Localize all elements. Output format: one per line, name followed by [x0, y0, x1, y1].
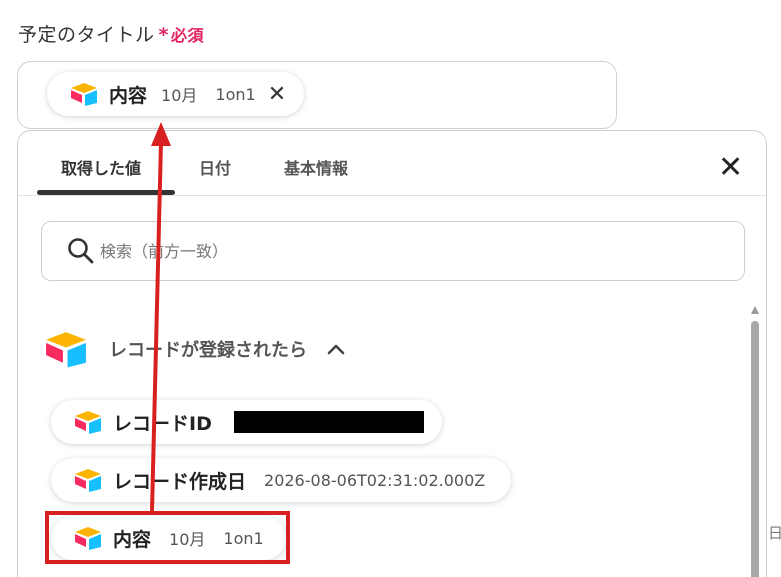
annotation-highlight-box	[45, 511, 290, 564]
tab-acquired-values[interactable]: 取得した値	[61, 155, 141, 179]
chevron-up-icon[interactable]	[325, 338, 347, 360]
search-box	[41, 221, 745, 281]
item-value: 2026-08-06T02:31:02.000Z	[264, 470, 486, 490]
required-text: 必須	[170, 26, 204, 45]
active-tab-indicator	[37, 190, 175, 195]
list-item-record-id[interactable]: レコードID	[51, 400, 442, 444]
chip-value-month: 10月	[161, 86, 198, 105]
value-picker-dropdown: 取得した値 日付 基本情報 ✕ レコードが登録されたら	[17, 130, 767, 577]
tab-basic-info[interactable]: 基本情報	[284, 155, 348, 179]
clipped-side-text: 日時	[768, 524, 781, 542]
scrollbar-thumb[interactable]	[751, 321, 759, 577]
item-name: レコードID	[113, 412, 212, 435]
redacted-value	[233, 411, 424, 433]
tab-bar: 取得した値 日付 基本情報 ✕	[18, 131, 766, 196]
airtable-logo-icon	[71, 83, 97, 106]
chip-value-title: 1on1	[215, 84, 256, 104]
scroll-up-arrow[interactable]	[751, 306, 759, 314]
airtable-logo-icon	[46, 332, 86, 368]
close-icon[interactable]: ✕	[718, 153, 743, 183]
selected-value-chip[interactable]: 内容 10月 1on1 ✕	[47, 72, 305, 116]
search-icon	[68, 238, 94, 264]
section-title: レコードが登録されたら	[109, 340, 307, 361]
field-label-text: 予定のタイトル	[18, 24, 155, 46]
list-item-record-created-date[interactable]: レコード作成日 2026-08-06T02:31:02.000Z	[51, 458, 512, 502]
section-header-record-created[interactable]: レコードが登録されたら	[43, 327, 347, 371]
airtable-logo-icon	[75, 411, 101, 434]
airtable-logo-icon	[75, 469, 101, 492]
tab-date[interactable]: 日付	[199, 155, 231, 179]
required-mark: *	[158, 24, 169, 46]
field-label: 予定のタイトル * 必須	[18, 20, 204, 47]
item-name: レコード作成日	[113, 470, 247, 493]
chip-name: 内容	[109, 84, 148, 107]
search-input[interactable]	[100, 236, 700, 266]
chip-remove-icon[interactable]: ✕	[268, 82, 286, 107]
